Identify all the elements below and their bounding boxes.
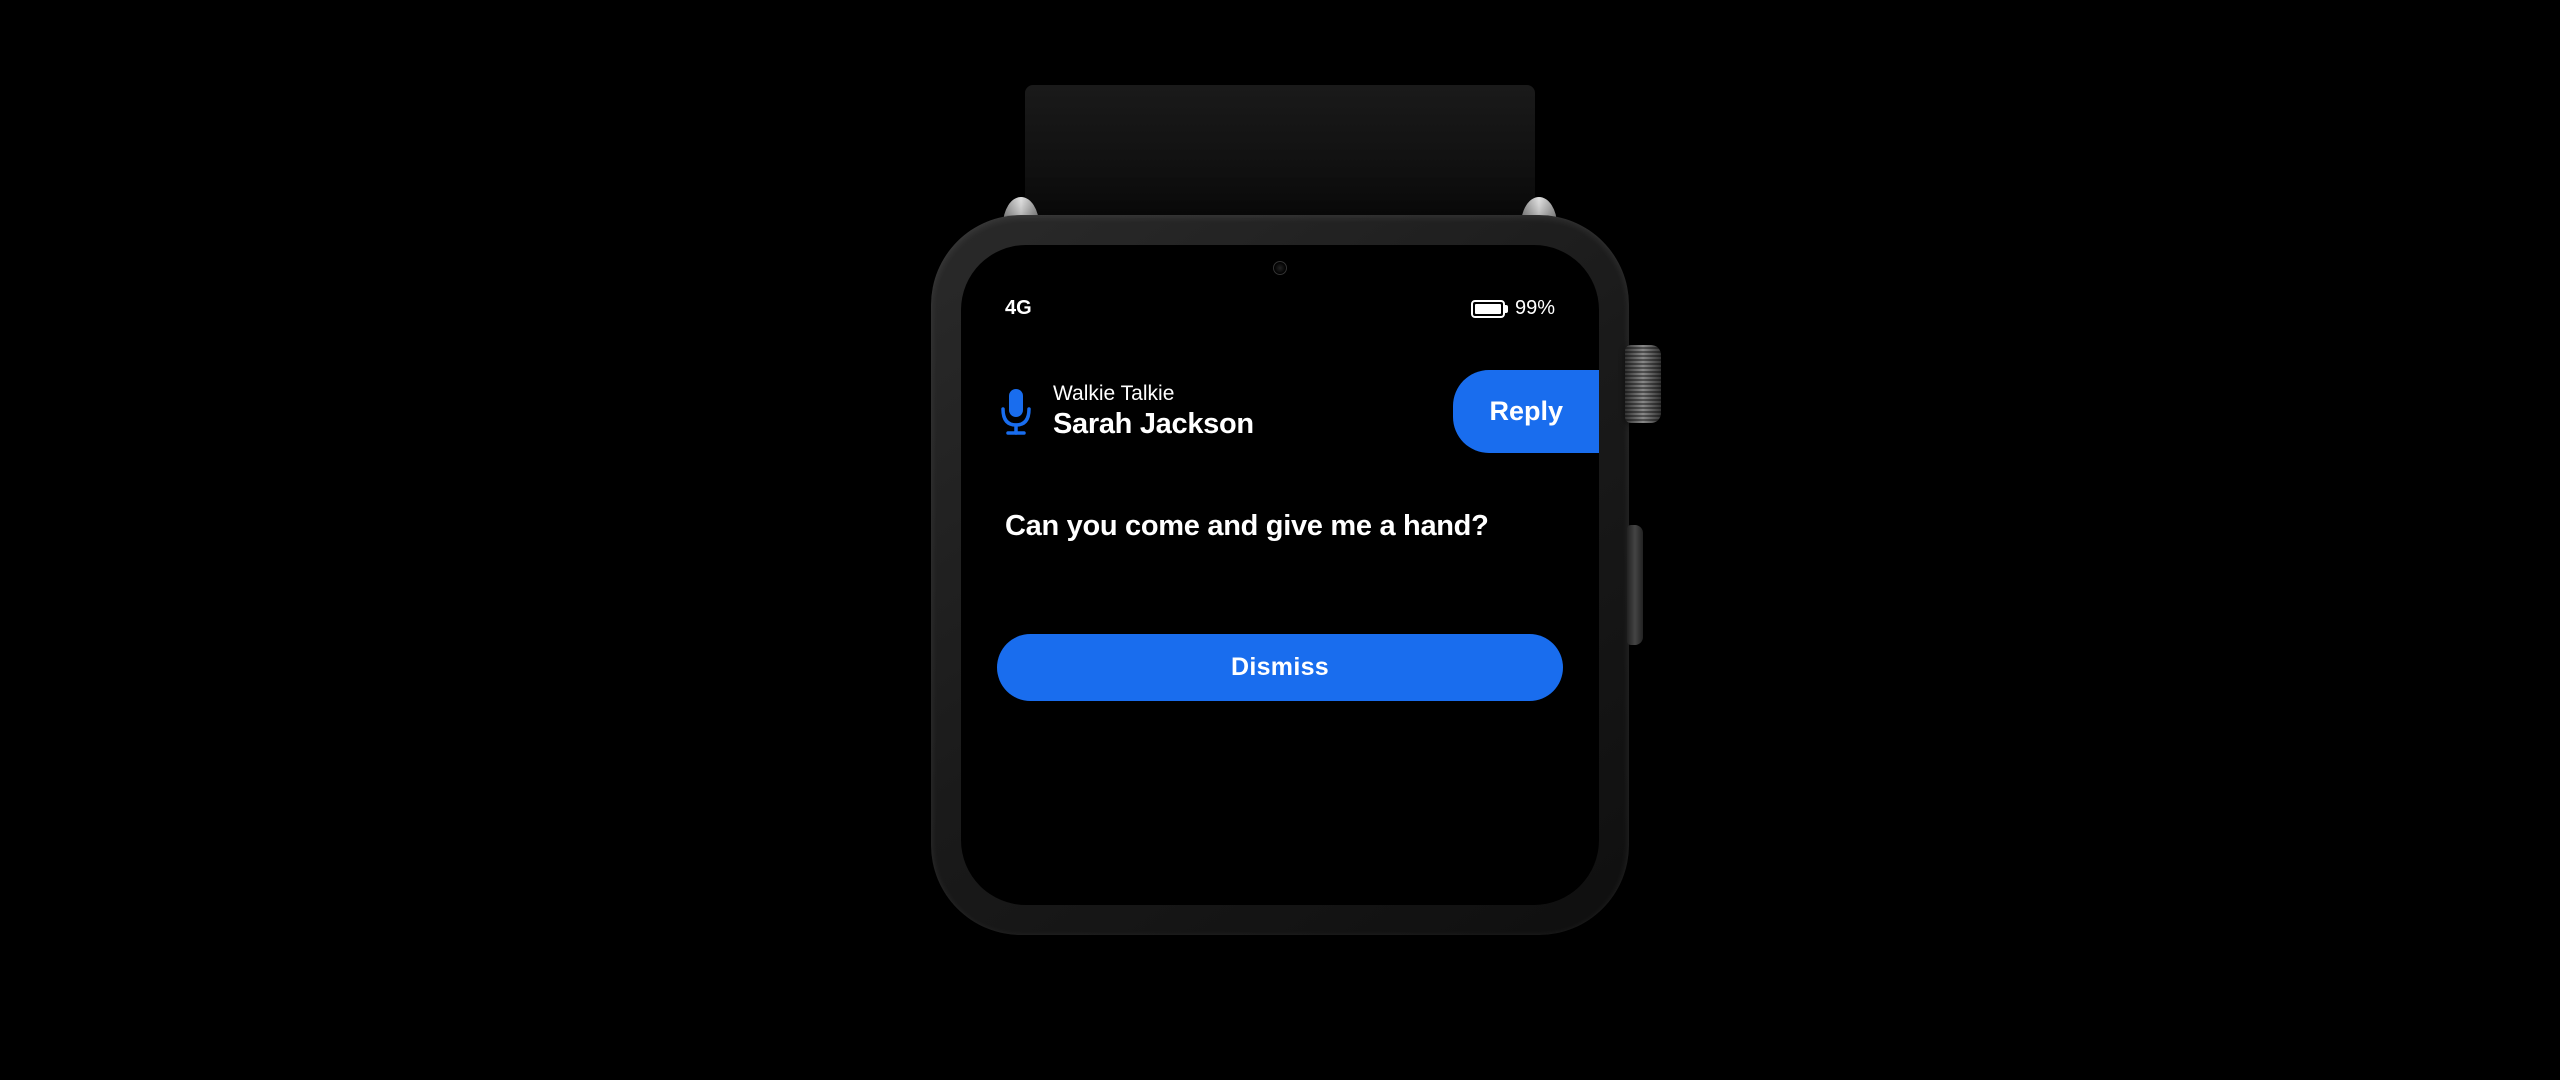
battery-icon (1471, 300, 1505, 318)
watch-body: 4G 99% Wal (931, 215, 1629, 935)
status-bar: 4G 99% (997, 287, 1563, 350)
watch-device: 4G 99% Wal (931, 85, 1629, 935)
microphone-icon (997, 387, 1035, 437)
battery-percentage: 99% (1515, 297, 1555, 320)
reply-button[interactable]: Reply (1453, 370, 1599, 453)
watch-crown[interactable] (1625, 345, 1661, 423)
sender-name-label: Sarah Jackson (1053, 408, 1254, 441)
dismiss-button[interactable]: Dismiss (997, 634, 1563, 701)
notification-header: Walkie Talkie Sarah Jackson Reply (997, 370, 1563, 453)
battery-status: 99% (1471, 297, 1555, 320)
message-body: Can you come and give me a hand? (997, 507, 1563, 546)
camera-notch (1273, 261, 1287, 275)
app-name-label: Walkie Talkie (1053, 382, 1254, 406)
watch-side-button[interactable] (1627, 525, 1643, 645)
network-status: 4G (1005, 297, 1032, 320)
watch-screen: 4G 99% Wal (961, 245, 1599, 905)
watch-band (1025, 85, 1535, 225)
notification-info: Walkie Talkie Sarah Jackson (997, 382, 1437, 441)
